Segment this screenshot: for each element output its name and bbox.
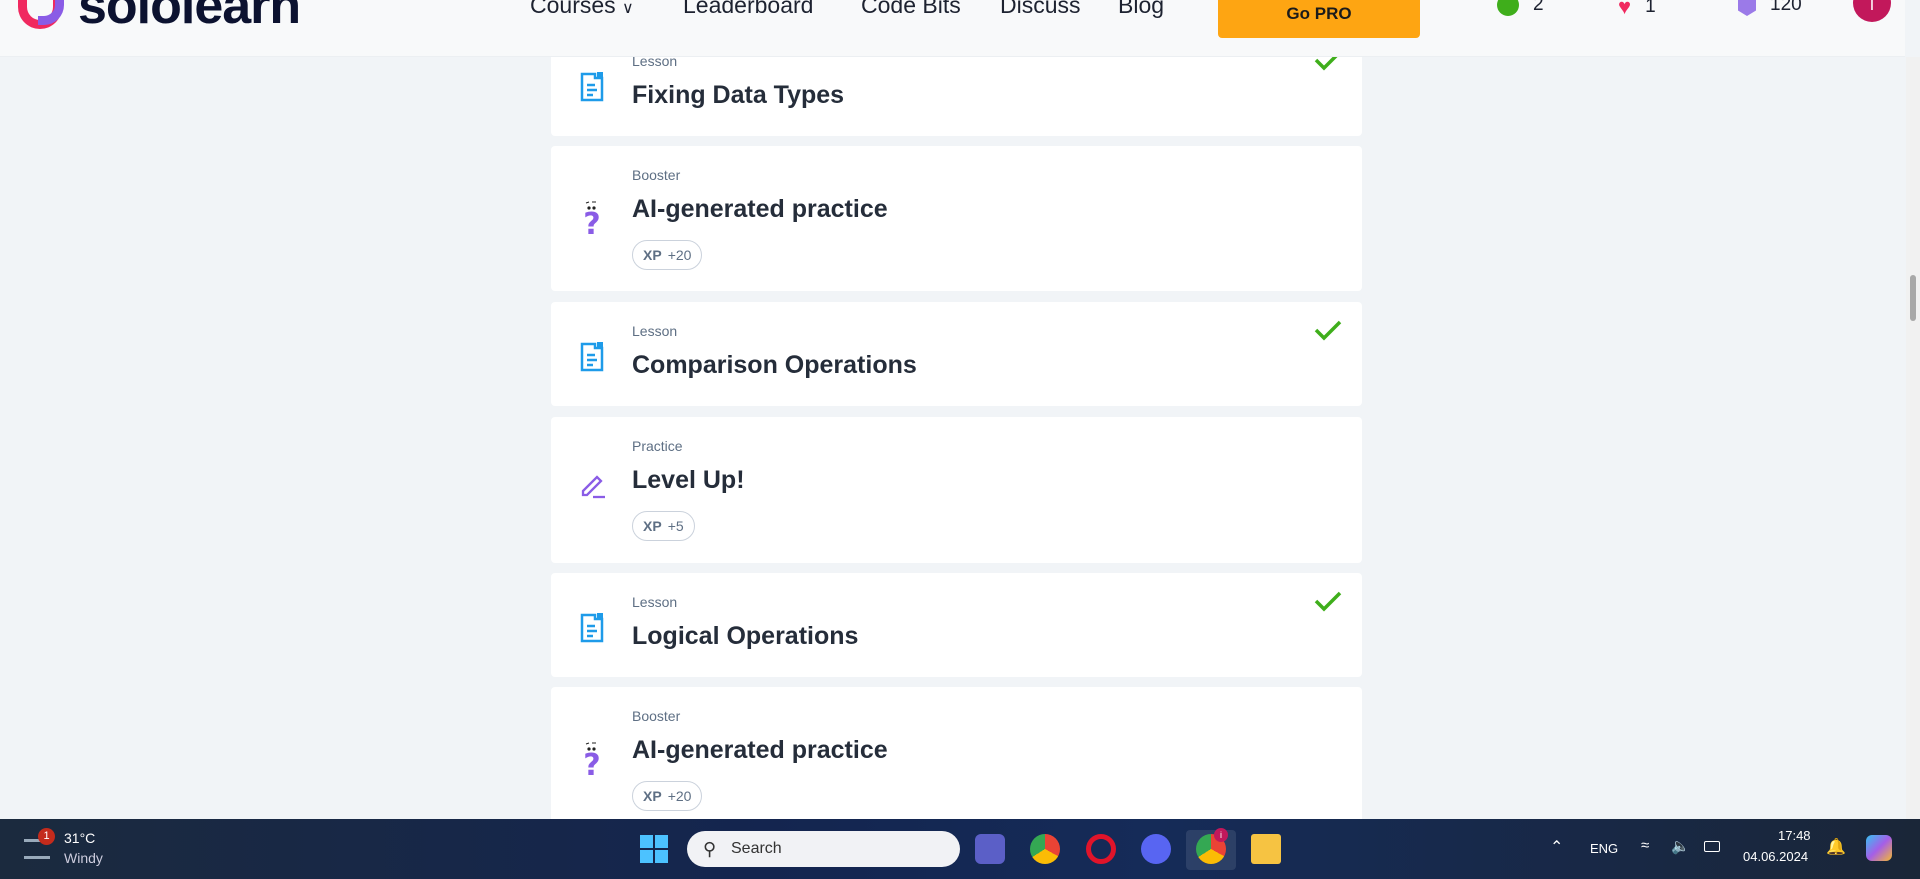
lesson-category: Booster [632,167,681,183]
heart-icon: ♥ [1618,0,1632,19]
lesson-category: Lesson [632,323,678,339]
sololearn-logo[interactable]: sololearn [18,0,301,35]
lesson-title: AI-generated practice [632,195,888,223]
clock-time[interactable]: 17:48 [1778,828,1811,843]
weather-badge: 1 [38,828,55,845]
xp-label: XP [643,518,662,534]
chevron-down-icon: ∨ [622,0,634,17]
page-scrollbar[interactable] [1906,57,1920,819]
temperature[interactable]: 31°C [64,830,95,846]
windows-taskbar: 1 31°C Windy ⚲ Search i ⌃ ENG ≈ 🔈 17:48 0… [0,819,1920,879]
lesson-icon [579,71,605,103]
lesson-title: Logical Operations [632,622,859,650]
nav-leaderboard[interactable]: Leaderboard [683,0,813,19]
svg-text:?: ? [583,748,600,777]
discord-icon[interactable] [1141,834,1171,864]
chrome-badge: i [1214,828,1228,842]
xp-value: +20 [667,788,692,804]
go-pro-button[interactable]: Go PRO [1218,0,1420,38]
copilot-icon[interactable] [1866,835,1892,861]
chevron-up-icon[interactable]: ⌃ [1550,837,1563,857]
xp-badge: XP +20 [632,240,703,270]
file-explorer-icon[interactable] [1251,834,1281,864]
xp-value: +5 [667,518,684,534]
question-icon: ? [579,200,605,242]
lesson-card[interactable]: ? Booster AI-generated practice XP +20 [551,687,1362,832]
lesson-icon [579,341,605,373]
check-icon [1314,591,1342,612]
hearts-counter[interactable]: ♥ 1 [1618,0,1656,20]
pencil-icon [579,471,605,503]
language-indicator[interactable]: ENG [1590,841,1618,856]
nav-blog[interactable]: Blog [1118,0,1164,19]
scrollbar-thumb[interactable] [1910,275,1916,321]
teams-icon[interactable] [975,834,1005,864]
question-icon: ? [579,741,605,783]
lesson-category: Practice [632,438,683,454]
xp-value: +20 [667,247,692,263]
xp-badge: XP +5 [632,511,695,541]
logo-icon [18,0,64,33]
taskbar-search[interactable]: ⚲ Search [687,831,960,867]
lesson-card[interactable]: Lesson Logical Operations [551,573,1362,677]
chrome-icon[interactable] [1030,834,1060,864]
wifi-icon[interactable]: ≈ [1641,837,1649,854]
avatar[interactable]: I [1853,0,1891,22]
lesson-card[interactable]: Practice Level Up! XP +5 [551,417,1362,563]
search-icon: ⚲ [703,838,717,859]
bell-icon[interactable]: 🔔 [1826,837,1846,857]
nav-courses[interactable]: Courses ∨ [530,0,634,19]
windows-start-icon[interactable] [640,835,668,863]
lesson-icon [579,612,605,644]
lesson-category: Booster [632,708,681,724]
lesson-title: AI-generated practice [632,736,888,764]
logo-text: sololearn [78,0,301,35]
opera-icon[interactable] [1086,834,1116,864]
lesson-card[interactable]: ? Booster AI-generated practice XP +20 [551,146,1362,291]
lesson-title: Comparison Operations [632,351,917,379]
xp-label: XP [643,247,662,263]
svg-text:?: ? [583,207,600,236]
top-header: sololearn Courses ∨ Leaderboard Code Bit… [0,0,1905,57]
weather-condition[interactable]: Windy [64,850,103,866]
check-icon [1314,320,1342,341]
streak-counter[interactable]: 2 [1497,0,1544,16]
volume-icon[interactable]: 🔈 [1671,837,1690,855]
battery-icon[interactable] [1704,841,1720,852]
lesson-title: Level Up! [632,466,745,494]
lesson-category: Lesson [632,594,678,610]
clock-date[interactable]: 04.06.2024 [1743,849,1808,864]
xp-label: XP [643,788,662,804]
lesson-card[interactable]: Lesson Comparison Operations [551,302,1362,406]
xp-badge: XP +20 [632,781,703,811]
gem-icon [1738,0,1756,16]
nav-discuss[interactable]: Discuss [1000,0,1081,19]
bolt-icon [1497,0,1519,16]
nav-code-bits[interactable]: Code Bits [861,0,961,19]
lesson-title: Fixing Data Types [632,81,845,109]
gems-counter[interactable]: 120 [1738,0,1802,16]
